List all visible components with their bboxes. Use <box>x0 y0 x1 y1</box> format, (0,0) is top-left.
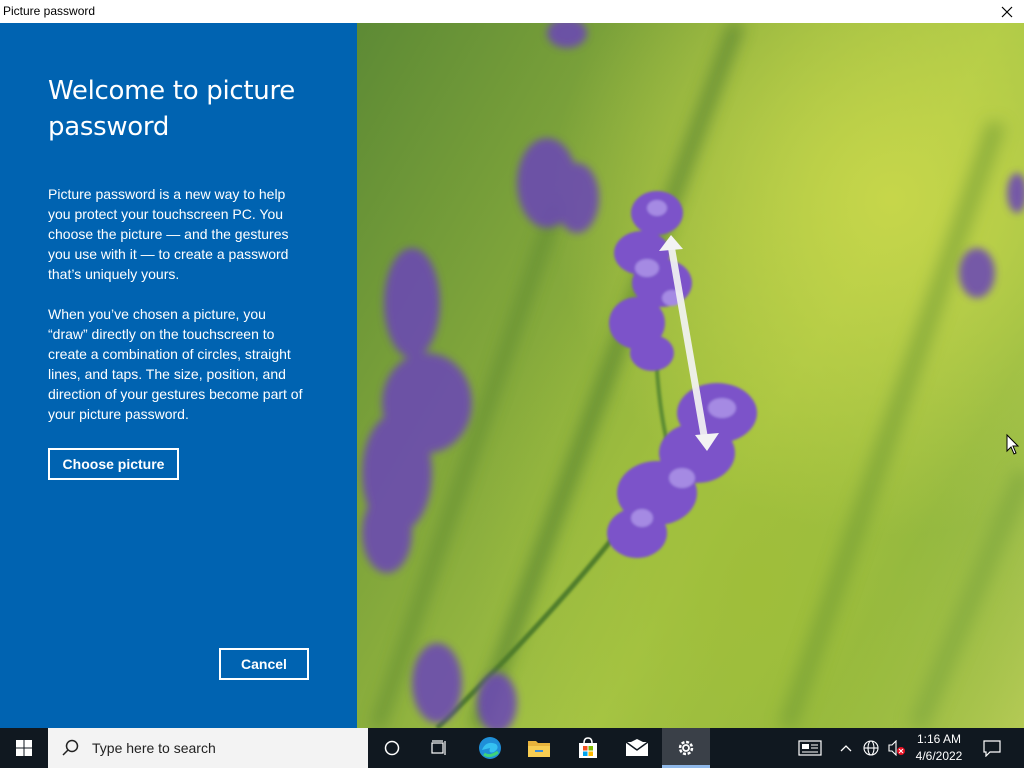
title-bar: Picture password <box>0 0 1024 23</box>
clock-date: 4/6/2022 <box>915 749 963 763</box>
task-view-icon <box>431 740 446 755</box>
search-icon <box>62 739 79 756</box>
start-button[interactable] <box>0 728 48 768</box>
cancel-button[interactable]: Cancel <box>219 648 309 680</box>
edge-button[interactable] <box>466 728 514 768</box>
close-icon <box>1001 6 1013 17</box>
windows-logo-icon <box>16 740 32 756</box>
clock-time: 1:16 AM <box>916 732 962 746</box>
network-icon <box>863 740 879 756</box>
sample-picture <box>357 23 1024 728</box>
cortana-button[interactable] <box>368 728 416 768</box>
settings-icon <box>678 740 694 756</box>
description-paragraph: Picture password is a new way to help yo… <box>48 186 289 282</box>
show-hidden-icons-button[interactable] <box>834 728 858 768</box>
clock[interactable]: 1:16 AM 4/6/2022 <box>912 731 966 765</box>
file-explorer-button[interactable] <box>515 728 563 768</box>
edge-icon <box>479 737 501 759</box>
store-button[interactable] <box>564 728 612 768</box>
window-title: Picture password <box>3 4 96 18</box>
lavender-image <box>362 23 1024 728</box>
close-button[interactable] <box>990 0 1024 23</box>
file-explorer-icon <box>528 741 550 757</box>
volume-muted-icon <box>888 740 905 756</box>
choose-picture-button[interactable]: Choose picture <box>48 448 179 480</box>
chevron-up-icon <box>840 745 852 752</box>
page-title: Welcome to picture password <box>48 76 295 142</box>
task-view-button[interactable] <box>416 728 464 768</box>
search-placeholder: Type here to search <box>92 740 216 756</box>
action-center-button[interactable] <box>968 728 1016 768</box>
instructions-paragraph: When you’ve chosen a picture, you “draw”… <box>48 306 303 422</box>
news-button[interactable] <box>786 728 834 768</box>
settings-button[interactable] <box>662 728 710 768</box>
news-icon <box>798 740 822 756</box>
mail-icon <box>625 739 649 756</box>
volume-button[interactable] <box>884 728 910 768</box>
notifications-icon <box>983 740 1001 757</box>
mouse-cursor-icon <box>1006 433 1020 455</box>
search-input[interactable]: Type here to search <box>48 728 368 768</box>
cortana-icon <box>384 740 400 756</box>
info-panel: Welcome to picture password Picture pass… <box>0 23 357 728</box>
mail-button[interactable] <box>613 728 661 768</box>
store-icon <box>579 737 597 758</box>
network-button[interactable] <box>858 728 884 768</box>
taskbar: Type here to search 1:16 AM 4/6/2022 <box>0 728 1024 768</box>
